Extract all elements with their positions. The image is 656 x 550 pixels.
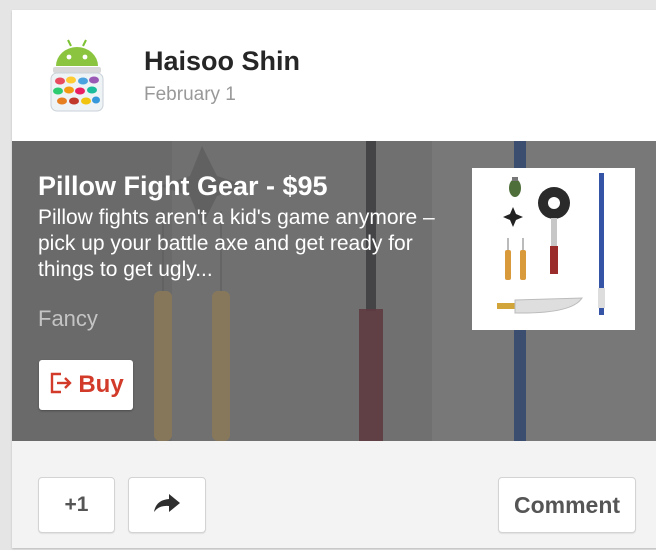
buy-label: Buy — [78, 371, 124, 398]
post-actions-bar: +1 Comment — [12, 441, 656, 548]
share-arrow-icon — [152, 492, 182, 519]
post-date: February 1 — [144, 84, 236, 105]
link-title[interactable]: Pillow Fight Gear - $95 — [38, 171, 328, 202]
post-author-name[interactable]: Haisoo Shin — [144, 46, 300, 77]
product-thumbnail[interactable] — [472, 168, 635, 330]
post-header: Haisoo Shin February 1 — [12, 10, 656, 141]
buy-button[interactable]: Buy — [39, 360, 133, 410]
comment-button[interactable]: Comment — [498, 477, 636, 533]
share-button[interactable] — [128, 477, 206, 533]
buy-arrow-icon — [48, 370, 74, 401]
plus-one-button[interactable]: +1 — [38, 477, 115, 533]
link-preview[interactable]: Pillow Fight Gear - $95 Pillow fights ar… — [12, 141, 656, 441]
post-card: Haisoo Shin February 1 Pillow Fight Gear… — [12, 10, 656, 548]
android-jellybean-icon[interactable] — [48, 36, 106, 114]
link-source: Fancy — [38, 306, 98, 331]
link-description: Pillow fights aren't a kid's game anymor… — [38, 206, 435, 281]
